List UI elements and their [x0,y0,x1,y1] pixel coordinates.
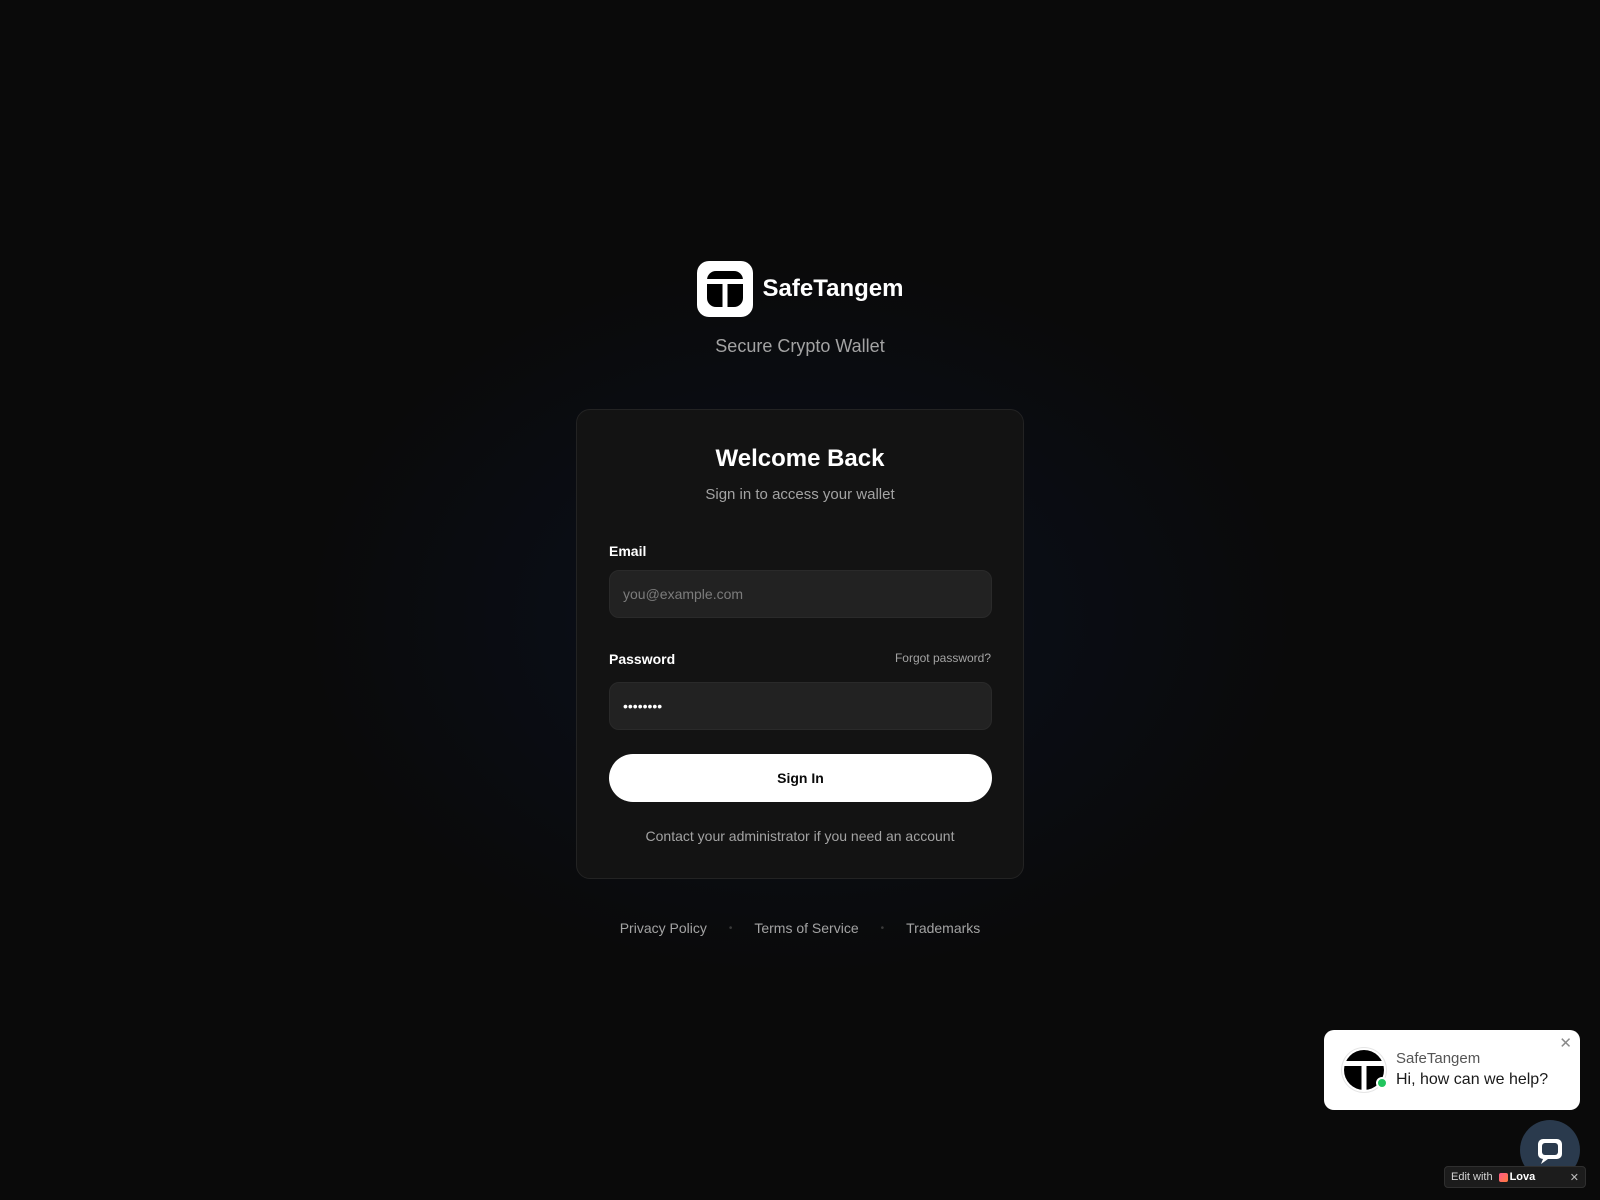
footer-separator: • [728,922,733,934]
email-field[interactable] [609,570,992,618]
privacy-policy-link[interactable]: Privacy Policy [620,920,707,936]
login-card: Welcome Back Sign in to access your wall… [576,409,1024,879]
card-title: Welcome Back [715,445,885,472]
login-page: SafeTangem Secure Crypto Wallet Welcome … [0,0,1600,1200]
tangem-t-logo-icon [696,261,753,317]
lovable-logo: Lova [1498,1171,1536,1183]
brand-header: SafeTangem [0,261,1600,317]
brand-name: SafeTangem [762,275,904,302]
sign-in-button[interactable]: Sign In [609,754,992,802]
edit-badge-prefix: Edit with [1451,1171,1493,1183]
online-status-dot [1376,1077,1388,1089]
chat-greeting-message: Hi, how can we help? [1396,1071,1549,1088]
edit-with-lovable-badge[interactable]: Edit with Lova ✕ [1444,1166,1586,1188]
chat-agent-name: SafeTangem [1396,1050,1481,1067]
edit-badge-brand: Lova [1509,1171,1536,1183]
email-label: Email [609,543,647,559]
terms-of-service-link[interactable]: Terms of Service [754,920,858,936]
footer-links: Privacy Policy • Terms of Service • Trad… [0,920,1600,936]
chat-greeting-bubble[interactable]: SafeTangem Hi, how can we help? ✕ [1324,1030,1580,1110]
close-icon[interactable]: ✕ [1559,1036,1572,1052]
chat-icon [1538,1139,1562,1164]
contact-admin-text: Contact your administrator if you need a… [645,828,955,844]
forgot-password-link[interactable]: Forgot password? [895,651,991,665]
trademarks-link[interactable]: Trademarks [906,920,980,936]
close-icon[interactable]: ✕ [1570,1171,1579,1184]
card-subtitle: Sign in to access your wallet [705,486,895,503]
password-field[interactable] [609,682,992,730]
footer-separator: • [880,922,885,934]
brand-tagline: Secure Crypto Wallet [715,336,885,356]
password-label: Password [609,651,676,667]
lovable-heart-icon [1498,1172,1508,1182]
